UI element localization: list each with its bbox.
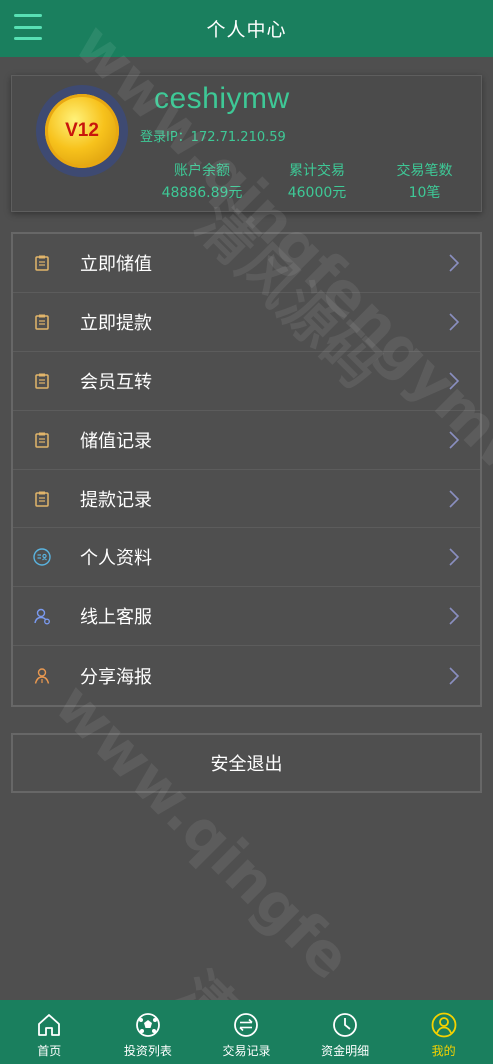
tab-investment-list[interactable]: 投资列表 xyxy=(99,1000,198,1064)
vip-badge: V12 xyxy=(36,85,128,177)
menu-item-deposit-records[interactable]: 储值记录 xyxy=(13,411,480,470)
menu-item-withdraw[interactable]: 立即提款 xyxy=(13,293,480,352)
ball-icon xyxy=(135,1013,160,1037)
chevron-right-icon xyxy=(449,313,460,331)
clock-icon xyxy=(333,1013,357,1037)
exchange-icon xyxy=(234,1013,259,1037)
login-ip: 登录IP：172.71.210.59 xyxy=(140,130,286,145)
menu-item-label: 分享海报 xyxy=(80,666,152,688)
chevron-right-icon xyxy=(449,667,460,685)
page-title: 个人中心 xyxy=(206,19,287,41)
user-icon xyxy=(431,1012,457,1038)
clipboard-icon xyxy=(33,431,51,449)
tab-fund-details[interactable]: 资金明细 xyxy=(296,1000,395,1064)
menu-item-deposit[interactable]: 立即储值 xyxy=(13,234,480,293)
menu-item-withdraw-records[interactable]: 提款记录 xyxy=(13,470,480,529)
home-icon xyxy=(38,1014,61,1036)
chevron-right-icon xyxy=(449,431,460,449)
menu-item-label: 立即提款 xyxy=(80,312,152,334)
stat-label: 交易笔数 xyxy=(396,163,453,179)
id-card-icon xyxy=(33,548,51,567)
tab-label: 交易记录 xyxy=(222,1044,271,1058)
bottom-tab-bar: 首页 投资列表 交易记录 资金明细 我的 xyxy=(0,1000,493,1064)
tab-label: 投资列表 xyxy=(123,1044,172,1058)
menu-item-share-poster[interactable]: 分享海报 xyxy=(13,646,480,705)
tab-label: 我的 xyxy=(431,1044,456,1058)
menu-item-label: 个人资料 xyxy=(80,548,152,570)
user-share-icon xyxy=(33,667,51,685)
clipboard-icon xyxy=(33,372,51,390)
stat-value: 46000元 xyxy=(287,185,347,201)
stat-balance: 账户余额 48886.89元 xyxy=(147,161,257,203)
chevron-right-icon xyxy=(449,548,460,566)
top-bar: 个人中心 xyxy=(0,0,493,57)
logout-button[interactable]: 安全退出 xyxy=(11,733,482,793)
menu-item-transfer[interactable]: 会员互转 xyxy=(13,352,480,411)
menu-item-label: 立即储值 xyxy=(80,253,152,275)
menu-item-label: 提款记录 xyxy=(80,489,152,511)
username: ceshiymw xyxy=(154,82,290,115)
profile-card: V12 ceshiymw 登录IP：172.71.210.59 账户余额 488… xyxy=(11,75,482,212)
clipboard-icon xyxy=(33,313,51,331)
tab-label: 资金明细 xyxy=(321,1044,370,1058)
chevron-right-icon xyxy=(449,489,460,508)
stat-label: 账户余额 xyxy=(174,163,230,179)
vip-medal-icon: V12 xyxy=(45,94,119,168)
tab-trade-records[interactable]: 交易记录 xyxy=(197,1000,296,1064)
stat-value: 48886.89元 xyxy=(161,185,243,201)
logout-label: 安全退出 xyxy=(210,754,283,775)
hamburger-menu-icon[interactable] xyxy=(14,14,42,40)
tab-label: 首页 xyxy=(37,1044,62,1058)
chevron-right-icon xyxy=(449,254,460,272)
menu-item-label: 储值记录 xyxy=(80,430,152,452)
support-icon xyxy=(33,607,51,625)
stat-trade-count: 交易笔数 10笔 xyxy=(377,161,472,203)
watermark: www.qingfe xyxy=(41,670,365,993)
vip-level: V12 xyxy=(65,120,99,141)
menu-item-support[interactable]: 线上客服 xyxy=(13,587,480,647)
menu-item-profile[interactable]: 个人资料 xyxy=(13,528,480,588)
stat-value: 10笔 xyxy=(408,185,441,201)
clipboard-icon xyxy=(33,490,51,508)
menu-list: 立即储值 立即提款 会员互转 储值记录 提款记录 个人资料 线上客服 分享海报 xyxy=(11,232,482,707)
chevron-right-icon xyxy=(449,372,460,390)
menu-item-label: 会员互转 xyxy=(80,371,152,393)
tab-mine[interactable]: 我的 xyxy=(394,1000,493,1064)
stat-total-trade: 累计交易 46000元 xyxy=(262,161,372,203)
clipboard-icon xyxy=(33,254,51,272)
stat-label: 累计交易 xyxy=(289,163,345,179)
menu-item-label: 线上客服 xyxy=(80,607,152,629)
tab-home[interactable]: 首页 xyxy=(0,1000,99,1064)
chevron-right-icon xyxy=(449,607,460,625)
